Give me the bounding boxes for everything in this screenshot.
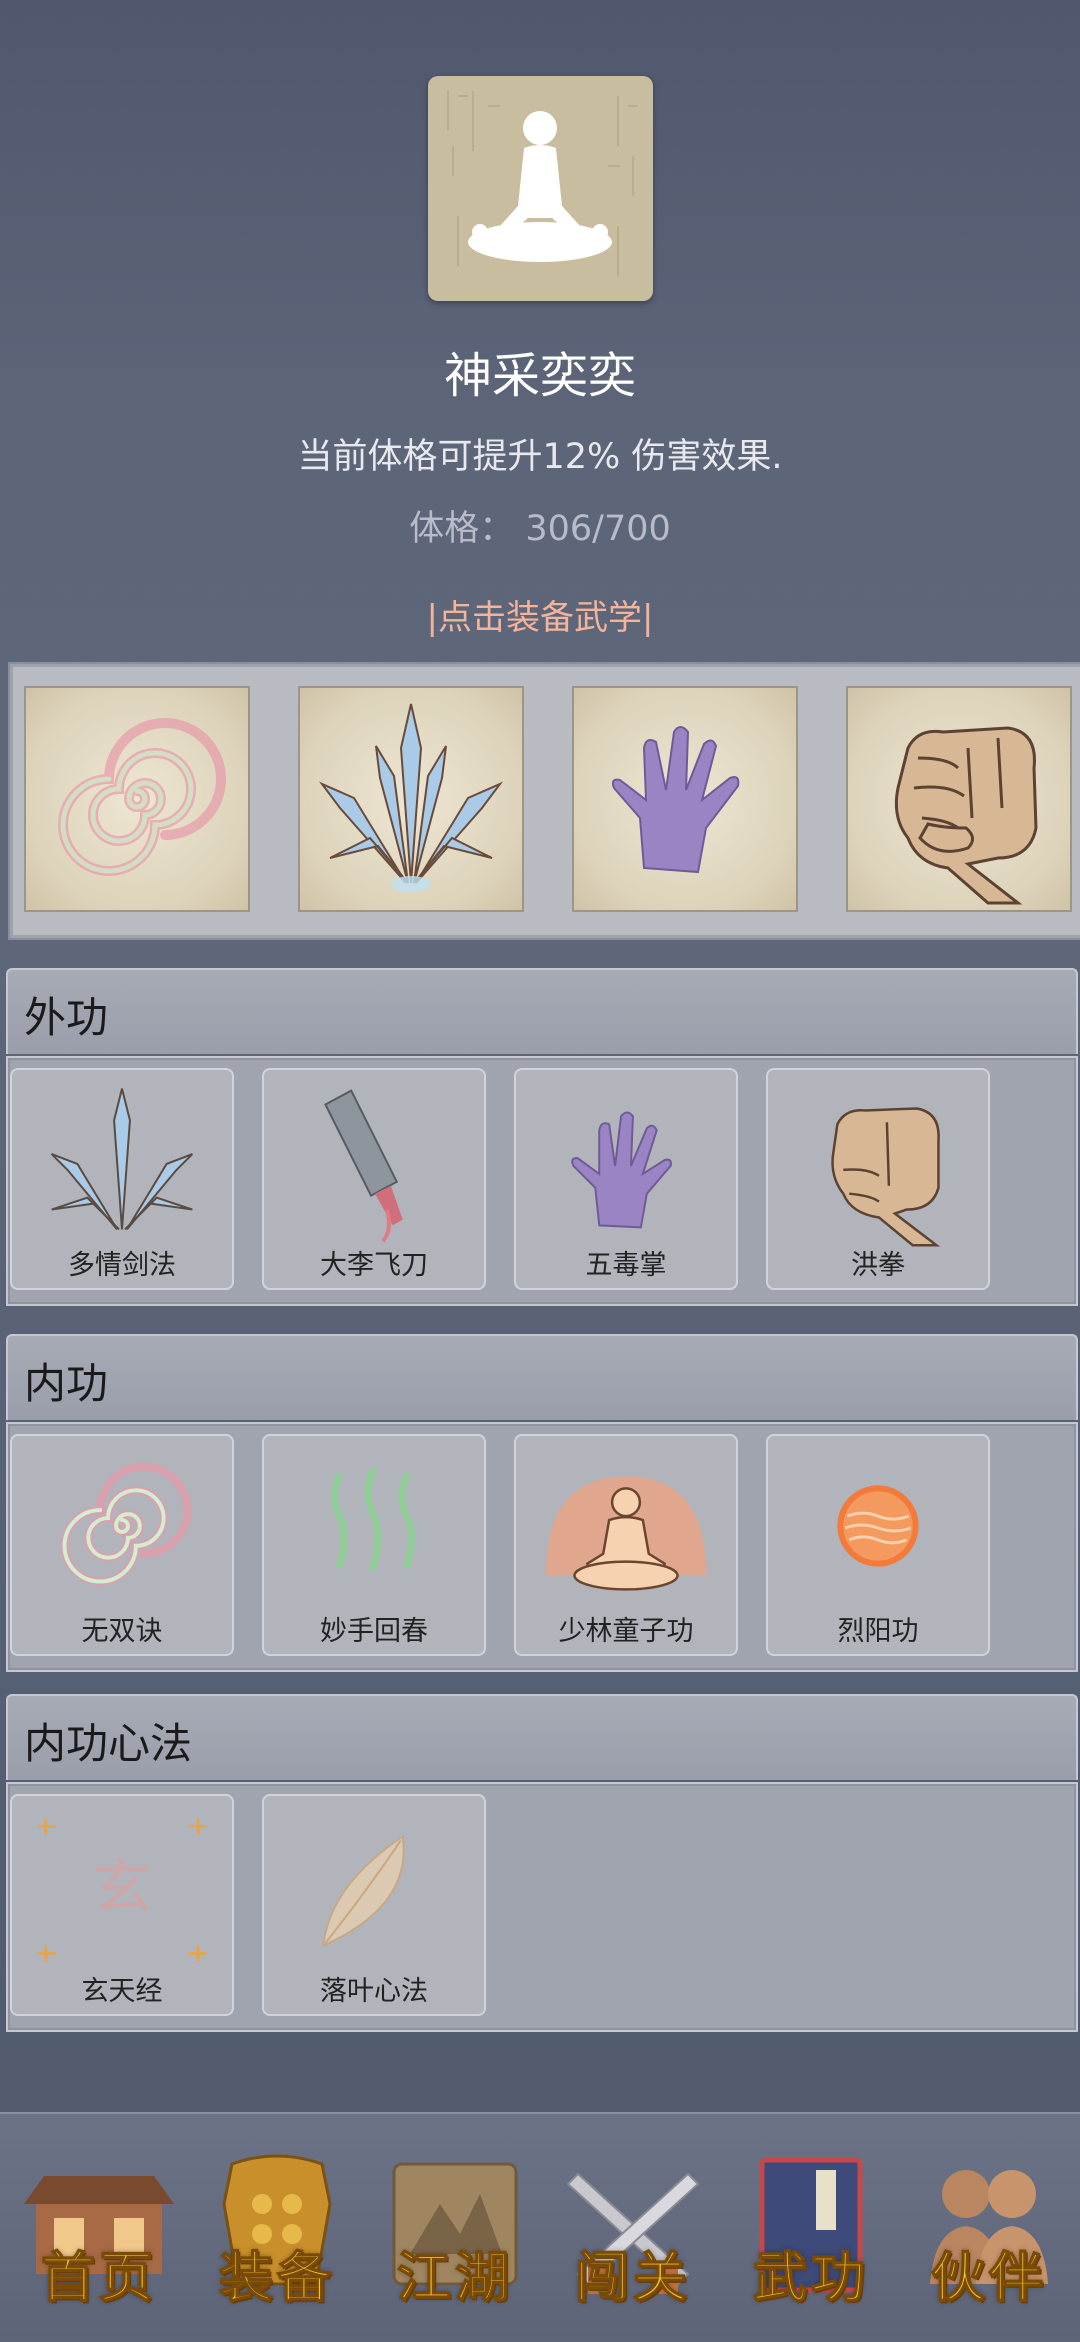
skill-name: 落叶心法 — [320, 1976, 428, 2007]
sun-orb-icon — [837, 1485, 919, 1567]
nav-jianghu[interactable]: 江湖 — [370, 2134, 540, 2334]
section-panel-internal: 无双诀 妙手回春 少林童子功 烈阳功 — [6, 1422, 1078, 1672]
nav-label: 伙伴 — [930, 2244, 1047, 2310]
skill-name: 五毒掌 — [585, 1250, 667, 1281]
nav-label: 首页 — [40, 2244, 157, 2310]
equipped-skills-bar — [8, 662, 1080, 940]
skill-card-duoqing-sword[interactable]: 多情剑法 — [10, 1068, 234, 1290]
equip-martial-arts-link[interactable]: |点击装备武学| — [0, 590, 1080, 639]
section-header-mind: 内功心法 — [6, 1694, 1078, 1780]
character-portrait — [428, 76, 653, 301]
fist-icon — [894, 726, 1038, 905]
purple-palm-icon — [611, 726, 740, 874]
section-title-external: 外功 — [24, 993, 109, 1042]
skill-card-five-poison-palm[interactable]: 五毒掌 — [514, 1068, 738, 1290]
skill-card-flying-dagger[interactable]: 大李飞刀 — [262, 1068, 486, 1290]
skill-name: 少林童子功 — [558, 1616, 694, 1647]
bottom-navigation: 首页 装备 江湖 闯关 武功 伙伴 — [0, 2112, 1080, 2342]
nav-label: 闯关 — [574, 2244, 691, 2310]
skill-card-miaoshou[interactable]: 妙手回春 — [262, 1434, 486, 1656]
nav-challenge[interactable]: 闯关 — [548, 2134, 718, 2334]
skill-card-shaolin-tongzi[interactable]: 少林童子功 — [514, 1434, 738, 1656]
nav-companions[interactable]: 伙伴 — [904, 2134, 1074, 2334]
leaf-icon — [322, 1834, 405, 1948]
xuan-glyph-icon: 玄 — [37, 1818, 207, 1962]
equip-slot-2[interactable] — [298, 686, 524, 912]
skill-card-hong-fist[interactable]: 洪拳 — [766, 1068, 990, 1290]
skill-name: 多情剑法 — [68, 1250, 176, 1281]
skill-name: 玄天经 — [81, 1976, 163, 2007]
skill-name: 大李飞刀 — [320, 1250, 428, 1281]
section-header-internal: 内功 — [6, 1334, 1078, 1420]
skill-card-luoye[interactable]: 落叶心法 — [262, 1794, 486, 2016]
stat-label: 体格： — [409, 509, 515, 549]
spiral-icon — [60, 1462, 192, 1586]
nav-equipment[interactable]: 装备 — [192, 2134, 362, 2334]
bonus-description: 当前体格可提升12% 伤害效果. — [297, 437, 783, 477]
spiral-icon — [58, 718, 226, 876]
skill-name: 烈阳功 — [837, 1616, 919, 1647]
nav-label: 江湖 — [396, 2244, 513, 2310]
skill-card-xuantian[interactable]: 玄 玄天经 — [10, 1794, 234, 2016]
equip-slot-3[interactable] — [572, 686, 798, 912]
cleaver-icon — [324, 1089, 403, 1243]
page-title: 神采奕奕 — [443, 348, 636, 404]
fist-icon — [831, 1107, 941, 1247]
skill-name: 妙手回春 — [320, 1616, 428, 1647]
sword-fan-icon — [318, 703, 504, 892]
section-header-external: 外功 — [6, 968, 1078, 1054]
purple-palm-icon — [571, 1111, 672, 1229]
section-title-internal: 内功 — [24, 1359, 109, 1408]
nav-martial-arts[interactable]: 武功 — [726, 2134, 896, 2334]
section-panel-mind: 玄 玄天经 落叶心法 — [6, 1782, 1078, 2032]
section-title-mind: 内功心法 — [24, 1719, 193, 1768]
skill-card-lieyang[interactable]: 烈阳功 — [766, 1434, 990, 1656]
meditating-figure-icon — [468, 111, 612, 262]
constitution-stat: 体格： 306/700 — [0, 500, 1080, 551]
nav-label: 装备 — [218, 2244, 335, 2310]
stat-value: 306/700 — [525, 509, 671, 549]
equip-slot-1[interactable] — [24, 686, 250, 912]
calligraphy-background — [447, 91, 638, 276]
section-panel-external: 多情剑法 大李飞刀 五毒掌 洪拳 — [6, 1056, 1078, 1306]
nav-label: 武功 — [752, 2244, 869, 2310]
skill-name: 洪拳 — [851, 1250, 905, 1281]
sword-fan-icon — [50, 1088, 194, 1231]
xuan-glyph: 玄 — [92, 1854, 151, 1923]
green-waves-icon — [330, 1467, 416, 1572]
meditating-monk-icon — [545, 1476, 707, 1591]
skill-card-wushuang[interactable]: 无双诀 — [10, 1434, 234, 1656]
skill-name: 无双诀 — [81, 1616, 163, 1647]
nav-home[interactable]: 首页 — [14, 2134, 184, 2334]
equip-slot-4[interactable] — [846, 686, 1072, 912]
